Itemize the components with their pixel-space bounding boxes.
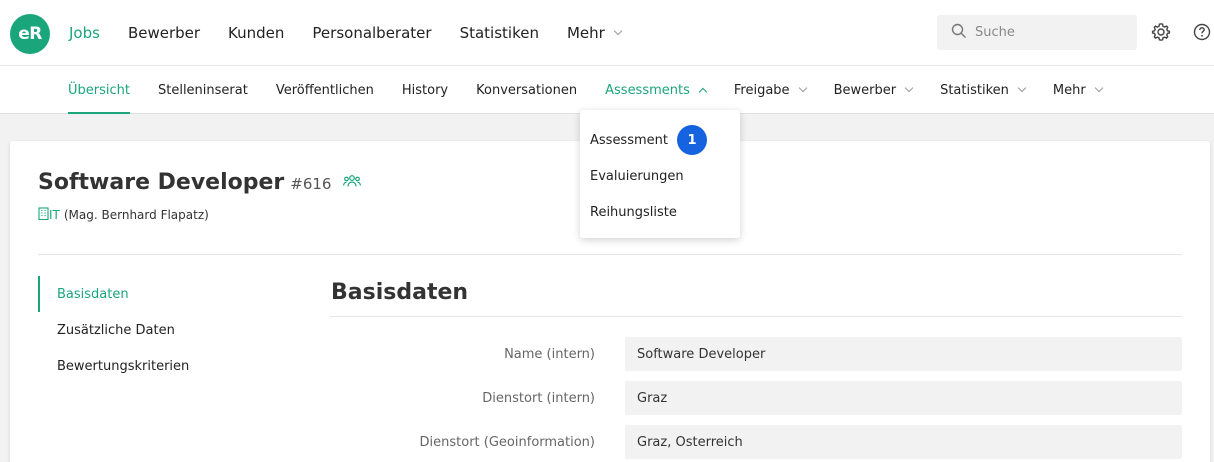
- side-nav-label: Basisdaten: [57, 286, 129, 302]
- divider: [330, 316, 1182, 317]
- tab-label: Konversationen: [476, 82, 578, 98]
- side-nav-label: Zusätzliche Daten: [57, 322, 175, 338]
- chevron-down-icon: [1017, 83, 1027, 93]
- count-badge: 1: [676, 125, 707, 155]
- tab-freigabe[interactable]: Freigabe: [733, 66, 807, 114]
- tab-konversationen[interactable]: Konversationen: [476, 66, 577, 114]
- tab-label: Übersicht: [68, 82, 130, 98]
- main-nav-label: Personalberater: [312, 24, 432, 42]
- department-code[interactable]: IT: [49, 208, 60, 222]
- menu-item-evaluierungen[interactable]: Evaluierungen: [580, 158, 740, 194]
- main-nav-statistiken[interactable]: Statistiken: [460, 24, 539, 42]
- menu-item-assessment[interactable]: Assessment 1: [580, 122, 740, 158]
- dienstort-field[interactable]: [625, 381, 1182, 415]
- main-nav-personalberater[interactable]: Personalberater: [312, 24, 431, 42]
- job-sub-navigation-bar: Übersicht Stelleninserat Veröffentlichen…: [0, 66, 1214, 114]
- tab-assessments[interactable]: Assessments: [605, 66, 708, 114]
- divider: [38, 254, 1182, 255]
- tab-label: Veröffentlichen: [275, 82, 374, 98]
- tab-statistiken[interactable]: Statistiken: [940, 66, 1027, 114]
- form-row-dienstort: Dienstort (intern): [330, 381, 1182, 415]
- job-title-row: Software Developer #616: [38, 170, 362, 195]
- department-info: IT (Mag. Bernhard Flapatz): [38, 207, 209, 223]
- team-icon[interactable]: [343, 173, 362, 192]
- assessments-dropdown-menu: Assessment 1 Evaluierungen Reihungsliste: [580, 110, 740, 238]
- dienstort-geo-field[interactable]: [625, 425, 1182, 459]
- top-navigation-bar: eR Jobs Bewerber Kunden Personalberater …: [0, 0, 1214, 66]
- tab-mehr[interactable]: Mehr: [1052, 66, 1103, 114]
- search-input[interactable]: [975, 25, 1125, 40]
- job-title: Software Developer: [38, 170, 285, 195]
- tab-label: History: [401, 82, 449, 98]
- chevron-down-icon: [1094, 83, 1103, 93]
- menu-item-label: Assessment: [590, 132, 668, 148]
- main-nav-bewerber[interactable]: Bewerber: [128, 24, 200, 42]
- main-nav-kunden[interactable]: Kunden: [228, 24, 284, 42]
- help-icon[interactable]: [1192, 22, 1212, 42]
- menu-item-label: Evaluierungen: [590, 168, 684, 184]
- section-side-navigation: Basisdaten Zusätzliche Daten Bewertungsk…: [38, 276, 238, 384]
- tab-label: Statistiken: [940, 82, 1009, 98]
- job-sub-navigation: Übersicht Stelleninserat Veröffentlichen…: [68, 66, 1130, 114]
- form-row-name: Name (intern): [330, 337, 1182, 371]
- tab-stelleninserat[interactable]: Stelleninserat: [158, 66, 248, 114]
- main-nav-label: Jobs: [69, 24, 100, 42]
- tab-label: Stelleninserat: [157, 82, 248, 98]
- name-field[interactable]: [625, 337, 1182, 371]
- main-nav-label: Bewerber: [127, 24, 201, 42]
- department-contact: (Mag. Bernhard Flapatz): [63, 208, 209, 222]
- app-logo[interactable]: eR: [10, 14, 50, 54]
- side-nav-bewertungskriterien[interactable]: Bewertungskriterien: [38, 348, 238, 384]
- main-nav-mehr[interactable]: Mehr: [566, 24, 623, 42]
- tab-uebersicht[interactable]: Übersicht: [68, 66, 130, 114]
- section-title: Basisdaten: [331, 280, 469, 305]
- field-label: Dienstort (intern): [482, 390, 595, 406]
- side-nav-basisdaten[interactable]: Basisdaten: [38, 276, 238, 312]
- chevron-down-icon: [904, 83, 914, 93]
- main-nav-label: Mehr: [566, 24, 605, 42]
- tab-label: Mehr: [1052, 82, 1086, 98]
- form-row-dienstort-geo: Dienstort (Geoinformation): [330, 425, 1182, 459]
- main-nav-label: Statistiken: [459, 24, 539, 42]
- main-navigation: Jobs Bewerber Kunden Personalberater Sta…: [69, 0, 649, 66]
- gear-icon[interactable]: [1151, 22, 1171, 42]
- side-nav-zusaetzliche-daten[interactable]: Zusätzliche Daten: [38, 312, 238, 348]
- tab-label: Freigabe: [733, 82, 790, 98]
- tab-label: Bewerber: [833, 82, 897, 98]
- chevron-up-icon: [698, 87, 708, 96]
- chevron-down-icon: [613, 26, 623, 36]
- building-icon: [38, 207, 49, 223]
- tab-veroeffentlichen[interactable]: Veröffentlichen: [276, 66, 374, 114]
- tab-bewerber[interactable]: Bewerber: [833, 66, 914, 114]
- tab-label: Assessments: [605, 82, 690, 98]
- chevron-down-icon: [798, 83, 807, 93]
- side-nav-label: Bewertungskriterien: [57, 358, 190, 374]
- tab-history[interactable]: History: [402, 66, 448, 114]
- menu-item-reihungsliste[interactable]: Reihungsliste: [580, 194, 740, 230]
- main-nav-label: Kunden: [228, 24, 285, 42]
- search-box[interactable]: [937, 15, 1137, 50]
- main-nav-jobs[interactable]: Jobs: [69, 24, 100, 42]
- search-icon: [951, 23, 967, 43]
- menu-item-label: Reihungsliste: [590, 204, 677, 220]
- job-id: #616: [290, 175, 332, 193]
- field-label: Dienstort (Geoinformation): [419, 434, 595, 450]
- field-label: Name (intern): [504, 346, 595, 362]
